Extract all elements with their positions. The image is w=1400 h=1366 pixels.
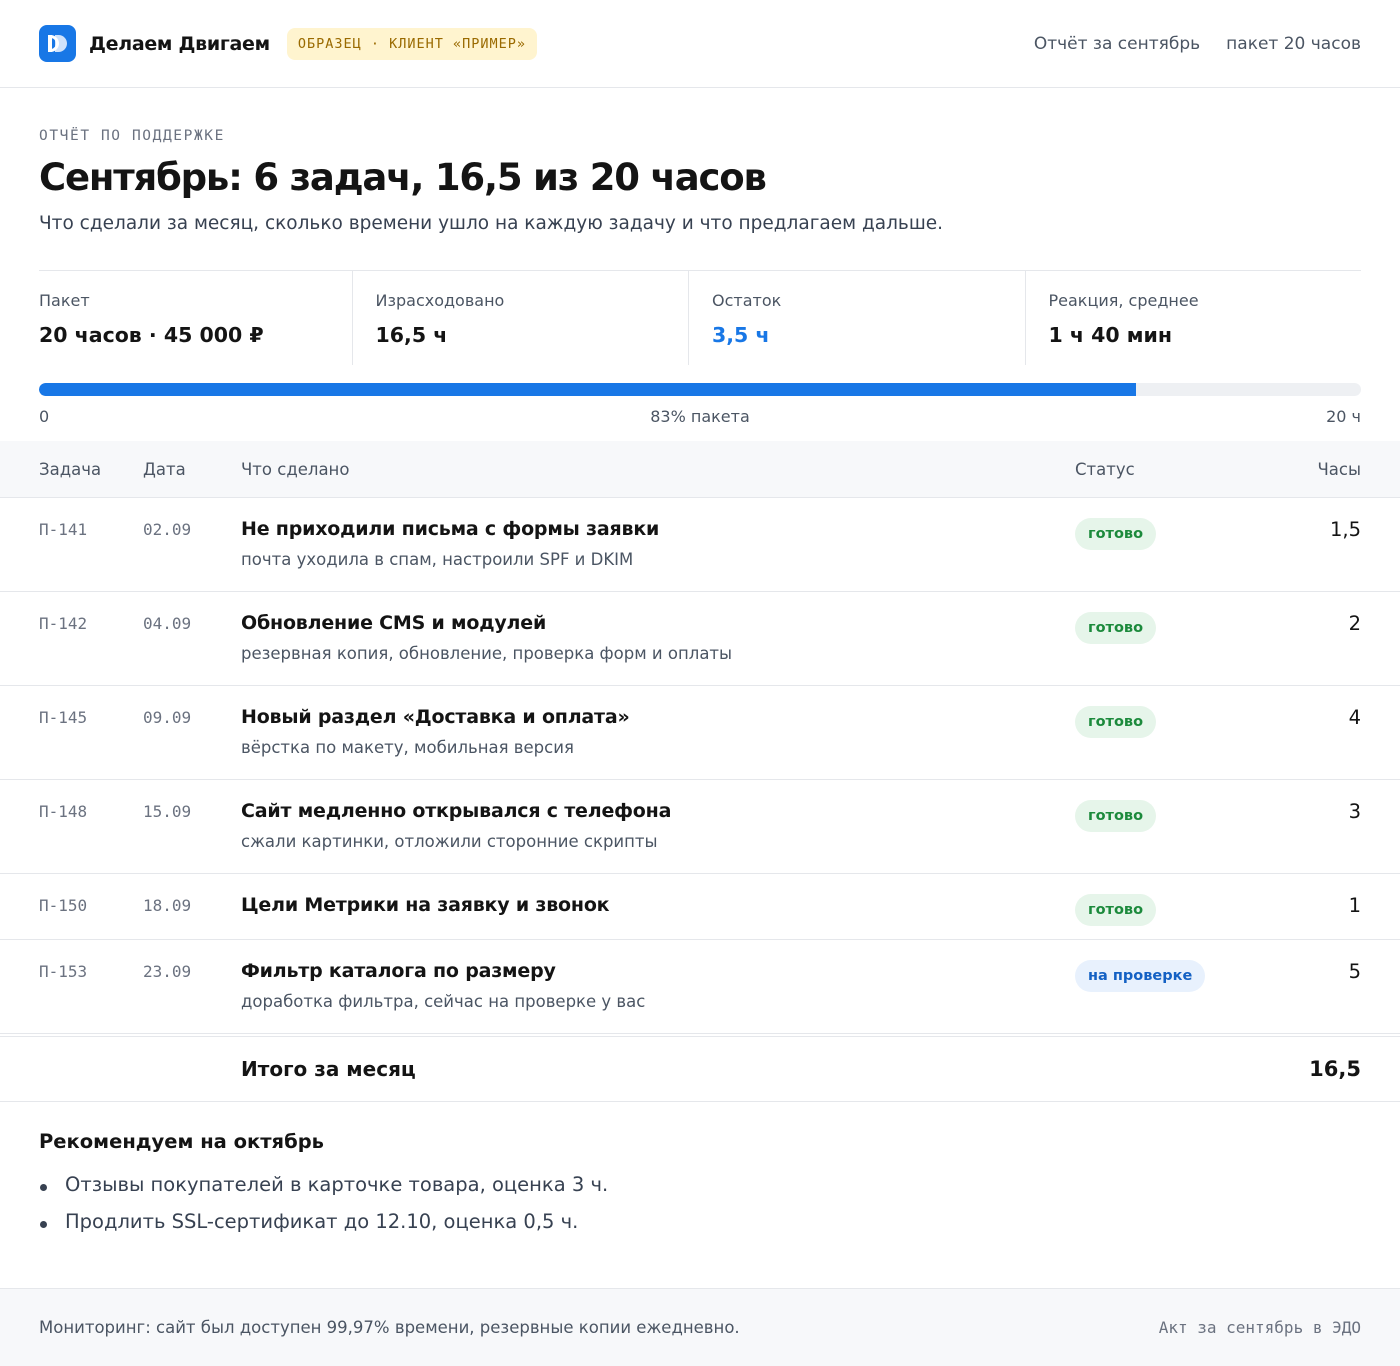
recommendations-title: Рекомендуем на октябрь: [39, 1130, 324, 1153]
progress-max-label: 20 ч: [1326, 407, 1361, 426]
stat-response: Реакция, среднее 1 ч 40 мин: [1026, 271, 1362, 365]
task-hours: 3: [1348, 800, 1361, 823]
stats-row: Пакет 20 часов · 45 000 ₽ Израсходовано …: [39, 270, 1361, 365]
stat-remaining: Остаток 3,5 ч: [689, 271, 1026, 365]
task-subtitle: почта уходила в спам, настроили SPF и DK…: [241, 550, 634, 569]
task-description: Цели Метрики на заявку и звонок: [241, 894, 1075, 939]
task-date: 02.09: [143, 520, 192, 539]
progress-scale: 0 83% пакета 20 ч: [39, 407, 1361, 437]
recommendations-section: Рекомендуем на октябрь Отзывы покупателе…: [0, 1102, 1400, 1233]
table-row: П-148 15.09 Сайт медленно открывался с т…: [0, 780, 1400, 874]
table-row: П-141 02.09 Не приходили письма с формы …: [0, 498, 1400, 592]
eyebrow-label: ОТЧЁТ ПО ПОДДЕРЖКЕ: [39, 128, 225, 144]
table-row: П-142 04.09 Обновление CMS и модулей рез…: [0, 592, 1400, 686]
task-date: 09.09: [143, 708, 192, 727]
task-date: 18.09: [143, 896, 192, 915]
task-hours: 1,5: [1329, 518, 1361, 541]
status-badge: готово: [1075, 800, 1157, 832]
task-description: Новый раздел «Доставка и оплата» вёрстка…: [241, 706, 1075, 779]
top-bar: Делаем Двигаем ОБРАЗЕЦ · КЛИЕНТ «ПРИМЕР»…: [0, 0, 1400, 88]
task-hours: 4: [1348, 706, 1361, 729]
status-badge: готово: [1075, 706, 1157, 738]
column-header-what: Что сделано: [241, 459, 350, 479]
report-period-label: Отчёт за сентябрь: [1033, 33, 1201, 54]
package-progress: 0 83% пакета 20 ч: [39, 383, 1361, 437]
task-subtitle: резервная копия, обновление, проверка фо…: [241, 644, 733, 663]
package-label: пакет 20 часов: [1226, 33, 1361, 54]
task-hours: 2: [1348, 612, 1361, 635]
stat-label: Реакция, среднее: [1048, 291, 1199, 310]
task-date: 04.09: [143, 614, 192, 633]
sample-badge: ОБРАЗЕЦ · КЛИЕНТ «ПРИМЕР»: [286, 27, 538, 60]
task-title: Обновление CMS и модулей: [241, 612, 547, 634]
task-subtitle: доработка фильтра, сейчас на проверке у …: [241, 992, 646, 1011]
table-row: П-153 23.09 Фильтр каталога по размеру д…: [0, 940, 1400, 1034]
act-note: Акт за сентябрь в ЭДО: [1158, 1318, 1361, 1337]
task-id: П-141: [39, 520, 88, 539]
footer: Мониторинг: сайт был доступен 99,97% вре…: [0, 1288, 1400, 1366]
stat-label: Пакет: [39, 291, 90, 310]
header-meta: Отчёт за сентябрь пакет 20 часов: [1034, 34, 1361, 54]
column-header-task: Задача: [39, 459, 102, 479]
status-badge: готово: [1075, 612, 1157, 644]
column-header-hours: Часы: [1317, 459, 1361, 479]
stat-value: 1 ч 40 мин: [1048, 323, 1173, 347]
brand-name[interactable]: Делаем Двигаем: [89, 33, 270, 55]
total-value: 16,5: [1309, 1057, 1361, 1081]
table-total-row: Итого за месяц 16,5: [0, 1036, 1400, 1102]
task-description: Не приходили письма с формы заявки почта…: [241, 518, 1075, 591]
task-hours: 1: [1348, 894, 1361, 917]
page-title: Сентябрь: 6 задач, 16,5 из 20 часов: [39, 156, 767, 199]
progress-track: [39, 383, 1361, 396]
task-description: Фильтр каталога по размеру доработка фил…: [241, 960, 1075, 1033]
stat-value: 20 часов · 45 000 ₽: [39, 323, 264, 347]
progress-percent-label: 83% пакета: [650, 407, 750, 426]
stat-value: 16,5 ч: [375, 323, 448, 347]
task-title: Цели Метрики на заявку и звонок: [241, 894, 610, 916]
task-date: 23.09: [143, 962, 192, 981]
status-badge: готово: [1075, 894, 1157, 926]
task-subtitle: вёрстка по макету, мобильная версия: [241, 738, 574, 757]
column-header-status: Статус: [1075, 459, 1135, 479]
hero-section: ОТЧЁТ ПО ПОДДЕРЖКЕ Сентябрь: 6 задач, 16…: [0, 88, 1400, 234]
task-title: Не приходили письма с формы заявки: [241, 518, 660, 540]
monitoring-note: Мониторинг: сайт был доступен 99,97% вре…: [39, 1318, 740, 1337]
column-header-date: Дата: [143, 459, 186, 479]
task-hours: 5: [1348, 960, 1361, 983]
stat-value: 3,5 ч: [712, 323, 770, 347]
stat-used: Израсходовано 16,5 ч: [353, 271, 689, 365]
task-id: П-142: [39, 614, 88, 633]
task-date: 15.09: [143, 802, 192, 821]
status-badge: на проверке: [1075, 960, 1206, 992]
progress-min-label: 0: [39, 407, 50, 426]
task-id: П-150: [39, 896, 88, 915]
page-lead: Что сделали за месяц, сколько времени уш…: [39, 213, 944, 234]
task-subtitle: сжали картинки, отложили сторонние скрип…: [241, 832, 658, 851]
task-id: П-148: [39, 802, 88, 821]
stat-package: Пакет 20 часов · 45 000 ₽: [39, 271, 353, 365]
table-row: П-150 18.09 Цели Метрики на заявку и зво…: [0, 874, 1400, 940]
progress-fill: [39, 383, 1137, 396]
table-header: Задача Дата Что сделано Статус Часы: [0, 441, 1400, 498]
task-title: Сайт медленно открывался с телефона: [241, 800, 672, 822]
list-item: Продлить SSL-сертификат до 12.10, оценка…: [39, 1210, 1361, 1233]
stat-label: Остаток: [712, 291, 782, 310]
table-row: П-145 09.09 Новый раздел «Доставка и опл…: [0, 686, 1400, 780]
task-title: Фильтр каталога по размеру: [241, 960, 556, 982]
task-description: Обновление CMS и модулей резервная копия…: [241, 612, 1075, 685]
stat-label: Израсходовано: [375, 291, 505, 310]
brand-logo-icon[interactable]: [39, 25, 76, 62]
recommendations-list: Отзывы покупателей в карточке товара, оц…: [39, 1173, 1361, 1233]
task-id: П-145: [39, 708, 88, 727]
task-id: П-153: [39, 962, 88, 981]
task-title: Новый раздел «Доставка и оплата»: [241, 706, 630, 728]
list-item: Отзывы покупателей в карточке товара, оц…: [39, 1173, 1361, 1196]
status-badge: готово: [1075, 518, 1157, 550]
total-label: Итого за месяц: [241, 1057, 416, 1081]
task-description: Сайт медленно открывался с телефона сжал…: [241, 800, 1075, 873]
